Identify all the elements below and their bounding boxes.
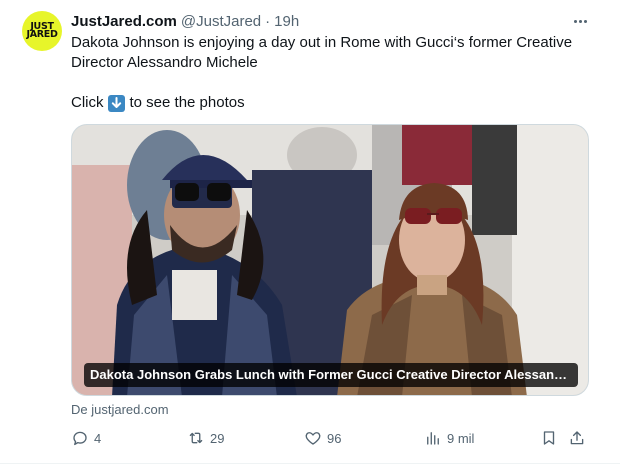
reply-icon bbox=[73, 431, 87, 446]
bookmark-button[interactable] bbox=[540, 428, 558, 448]
card-title: Dakota Johnson Grabs Lunch with Former G… bbox=[84, 363, 578, 387]
reply-button[interactable]: 4 bbox=[71, 428, 101, 448]
more-dot-icon bbox=[578, 19, 582, 23]
analytics-icon bbox=[427, 432, 439, 445]
tweet[interactable]: JUST JARED JustJared.com @JustJared · 19… bbox=[0, 0, 620, 464]
tweet-header: JustJared.com @JustJared · 19h bbox=[71, 12, 299, 30]
cta-before: Click bbox=[71, 94, 104, 111]
share-icon bbox=[570, 431, 584, 445]
reply-count: 4 bbox=[94, 430, 102, 446]
separator-dot: · bbox=[265, 12, 271, 30]
heart-icon bbox=[305, 432, 321, 445]
card-source-link[interactable]: De justjared.com bbox=[71, 402, 169, 417]
display-name[interactable]: JustJared.com bbox=[71, 13, 177, 30]
cta-after: to see the photos bbox=[129, 94, 245, 111]
card-photo bbox=[72, 125, 588, 395]
share-button[interactable] bbox=[568, 428, 586, 448]
views-count: 9 mil bbox=[447, 430, 475, 446]
retweet-count: 29 bbox=[210, 430, 225, 446]
like-button[interactable]: 96 bbox=[304, 428, 341, 448]
avatar[interactable]: JUST JARED bbox=[22, 11, 62, 51]
timestamp[interactable]: 19h bbox=[274, 13, 299, 30]
tweet-text-line: Dakota Johnson is enjoying a day out in … bbox=[71, 34, 573, 71]
retweet-icon bbox=[189, 432, 203, 444]
link-card[interactable]: Dakota Johnson Grabs Lunch with Former G… bbox=[71, 124, 589, 396]
avatar-text-2: JARED bbox=[26, 29, 58, 40]
tweet-cta: Click to see the photos bbox=[71, 93, 596, 113]
more-dot-icon bbox=[583, 19, 587, 23]
more-dot-icon bbox=[573, 19, 577, 23]
tweet-text: Dakota Johnson is enjoying a day out in … bbox=[71, 33, 596, 113]
like-count: 96 bbox=[327, 430, 342, 446]
bookmark-icon bbox=[543, 431, 555, 445]
views-button[interactable]: 9 mil bbox=[424, 428, 474, 448]
more-options-button[interactable] bbox=[569, 12, 591, 30]
action-bar: 4 29 96 9 mil bbox=[71, 428, 596, 448]
handle[interactable]: @JustJared bbox=[181, 13, 261, 30]
down-arrow-emoji-icon bbox=[107, 94, 125, 112]
retweet-button[interactable]: 29 bbox=[187, 428, 224, 448]
